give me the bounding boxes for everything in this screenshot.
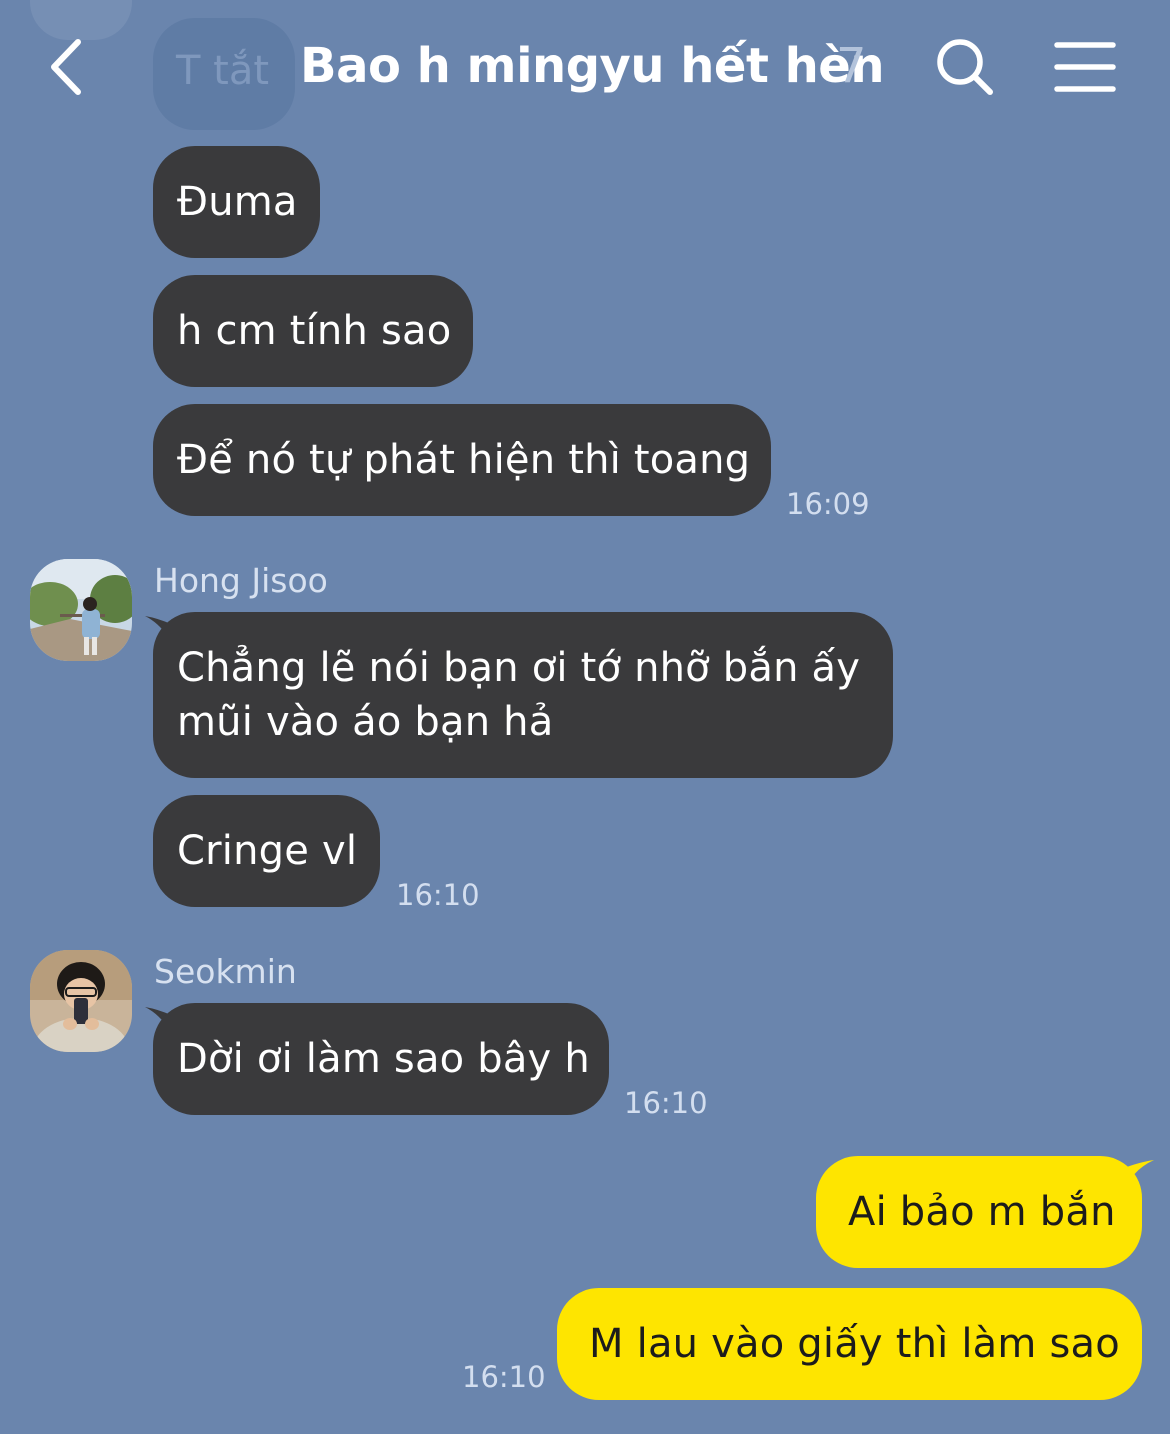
avatar[interactable]	[30, 559, 132, 661]
profile-photo	[30, 950, 132, 1052]
previous-message-text: T tắt	[176, 48, 270, 94]
my-message-bubble[interactable]: Ai bảo m bắn	[816, 1156, 1142, 1268]
profile-photo	[30, 559, 132, 661]
my-message-bubble[interactable]: M lau vào giấy thì làm sao	[557, 1288, 1142, 1400]
message-timestamp: 16:09	[786, 487, 870, 521]
search-icon	[937, 39, 993, 95]
message-text: Cringe vl	[177, 828, 358, 874]
message-bubble[interactable]: Đuma	[153, 146, 320, 258]
message-timestamp: 16:10	[396, 878, 480, 912]
hamburger-menu-icon	[1054, 42, 1116, 92]
avatar[interactable]	[30, 950, 132, 1052]
message-timestamp: 16:10	[462, 1360, 546, 1394]
message-text: M lau vào giấy thì làm sao	[589, 1321, 1120, 1367]
message-text: Chẳng lẽ nói bạn ơi tớ nhỡ bắn ấy mũi và…	[177, 641, 860, 749]
sender-name: Hong Jisoo	[154, 561, 328, 600]
message-text: Đuma	[177, 179, 298, 225]
message-bubble[interactable]: Dời ơi làm sao bây h	[153, 1003, 609, 1115]
sender-name: Seokmin	[154, 952, 297, 991]
message-text: Để nó tự phát hiện thì toang	[177, 437, 751, 483]
message-text: Ai bảo m bắn	[848, 1189, 1116, 1235]
menu-button[interactable]	[1052, 40, 1118, 94]
message-text: h cm tính sao	[177, 308, 452, 354]
chevron-left-icon	[51, 39, 81, 95]
message-bubble[interactable]: h cm tính sao	[153, 275, 473, 387]
message-bubble[interactable]: Chẳng lẽ nói bạn ơi tớ nhỡ bắn ấy mũi và…	[153, 612, 893, 778]
member-count: 7	[836, 38, 867, 94]
message-bubble[interactable]: Cringe vl	[153, 795, 380, 907]
chat-title: Bao h mingyu hết hèn	[300, 38, 885, 94]
message-bubble[interactable]: Để nó tự phát hiện thì toang	[153, 404, 771, 516]
back-button[interactable]	[40, 30, 100, 100]
chat-screen: T tắt Bao h mingyu hết hèn 7 Đuma h cm t…	[0, 0, 1170, 1434]
message-line: Chẳng lẽ nói bạn ơi tớ nhỡ bắn ấy	[177, 645, 861, 691]
message-line: mũi vào áo bạn hả	[177, 699, 554, 745]
search-button[interactable]	[932, 34, 998, 100]
message-text: Dời ơi làm sao bây h	[177, 1036, 590, 1082]
message-timestamp: 16:10	[624, 1086, 708, 1120]
